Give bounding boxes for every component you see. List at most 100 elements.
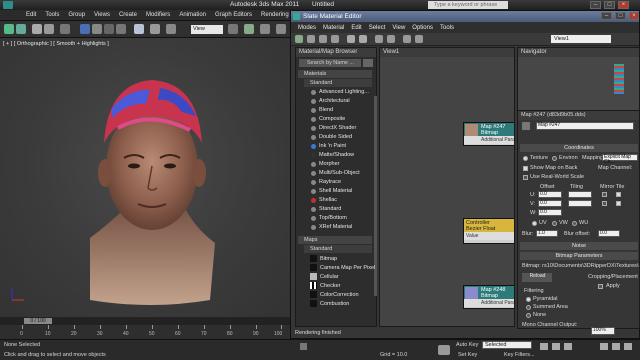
assign-material-icon[interactable]	[307, 35, 315, 43]
u-tile-checkbox[interactable]	[616, 192, 621, 197]
map-checker[interactable]: Checker	[310, 282, 376, 291]
material-raytrace[interactable]: Raytrace	[310, 178, 376, 187]
v-tiling-field[interactable]	[568, 200, 592, 207]
close-button[interactable]: ×	[618, 1, 629, 9]
menu-animation[interactable]: Animation	[179, 12, 206, 18]
pivot-center-icon[interactable]	[228, 24, 238, 34]
select-by-name-icon[interactable]	[92, 24, 102, 34]
map-cellular[interactable]: Cellular	[310, 273, 376, 282]
window-crossing-icon[interactable]	[116, 24, 126, 34]
goto-end-icon[interactable]	[564, 343, 572, 350]
group-materials[interactable]: Materials	[298, 70, 372, 78]
material-directx-shader[interactable]: DirectX Shader	[310, 124, 376, 133]
layout-all-icon[interactable]	[375, 35, 383, 43]
material-top-bottom[interactable]: Top/Bottom	[310, 214, 376, 223]
u-offset-field[interactable]: 0.0	[538, 191, 562, 198]
vw-radio[interactable]	[552, 221, 557, 226]
redo-icon[interactable]	[16, 24, 26, 34]
menu-edit[interactable]: Edit	[26, 12, 36, 18]
apply-checkbox[interactable]	[598, 284, 603, 289]
material-double-sided[interactable]: Double Sided	[310, 133, 376, 142]
none-radio[interactable]	[526, 313, 531, 318]
uv-radio[interactable]	[532, 221, 537, 226]
map-combustion[interactable]: Combustion	[310, 300, 376, 309]
material-multi-sub-object[interactable]: Multi/Sub-Object	[310, 169, 376, 178]
rollout-bitmap-parameters[interactable]: Bitmap Parameters	[520, 252, 638, 260]
key-filters-button[interactable]: Key Filters...	[504, 352, 535, 358]
material-advanced-lighting[interactable]: Advanced Lighting...	[310, 88, 376, 97]
delete-selected-icon[interactable]	[319, 35, 327, 43]
zoom-icon[interactable]	[600, 343, 608, 350]
rectangular-selection-icon[interactable]	[104, 24, 114, 34]
view-tab[interactable]: View1	[380, 48, 514, 57]
reload-button[interactable]: Reload	[522, 273, 552, 282]
layout-children-icon[interactable]	[387, 35, 395, 43]
sme-menu-tools[interactable]: Tools	[440, 25, 454, 31]
u-tiling-field[interactable]	[568, 191, 592, 198]
material-ink-n-paint[interactable]: Ink 'n Paint	[310, 142, 376, 151]
summed-area-radio[interactable]	[526, 305, 531, 310]
rollout-coordinates[interactable]: Coordinates	[520, 144, 638, 152]
pan-icon[interactable]	[624, 343, 632, 350]
track-bar[interactable]: 0 10 20 30 40 50 60 70 80 90 100	[0, 325, 290, 339]
sme-maximize-button[interactable]: □	[615, 12, 626, 20]
map-camera-map-per-pixel[interactable]: Camera Map Per Pixel	[310, 264, 376, 273]
snaps-toggle-icon[interactable]	[244, 24, 254, 34]
node-map-247[interactable]: Map #247 Bitmap Additional Para...	[463, 122, 514, 146]
rollout-noise[interactable]: Noise	[520, 242, 638, 250]
node-controller[interactable]: Controller Bezier Float Value	[463, 218, 514, 244]
blur-field[interactable]: 1.0	[536, 230, 558, 237]
map-picker-icon[interactable]	[522, 122, 530, 130]
sme-menu-view[interactable]: View	[392, 25, 405, 31]
sme-menu-options[interactable]: Options	[412, 25, 433, 31]
show-map-on-back-checkbox[interactable]	[523, 166, 528, 171]
menu-views[interactable]: Views	[94, 12, 110, 18]
material-architectural[interactable]: Architectural	[310, 97, 376, 106]
environ-radio[interactable]	[552, 156, 557, 161]
w-offset-field[interactable]: 0.0	[538, 209, 562, 216]
sme-menu-material[interactable]: Material	[323, 25, 344, 31]
menu-modifiers[interactable]: Modifiers	[146, 12, 170, 18]
maximize-button[interactable]: □	[604, 1, 615, 9]
link-icon[interactable]	[32, 24, 42, 34]
node-port[interactable]: Additional Para...	[464, 299, 514, 307]
wu-radio[interactable]	[572, 221, 577, 226]
sme-menu-select[interactable]: Select	[369, 25, 386, 31]
unlink-icon[interactable]	[44, 24, 54, 34]
play-icon[interactable]	[552, 343, 560, 350]
material-xref-material[interactable]: XRef Material	[310, 223, 376, 232]
node-port[interactable]: Value	[464, 232, 514, 240]
select-and-rotate-icon[interactable]	[150, 24, 160, 34]
time-slider-thumb[interactable]: 0 / 100	[24, 318, 52, 324]
sme-menu-modes[interactable]: Modes	[298, 25, 316, 31]
angle-snap-icon[interactable]	[260, 24, 270, 34]
v-offset-field[interactable]: 0.0	[538, 200, 562, 207]
v-mirror-checkbox[interactable]	[602, 201, 607, 206]
node-view[interactable]: View1 Map #247 Bitmap Additional Para...…	[379, 47, 515, 327]
reference-coordinate-dropdown[interactable]: View	[191, 25, 223, 34]
minimize-button[interactable]: –	[590, 1, 601, 9]
mapping-dropdown[interactable]: Explicit Map Ch...	[602, 154, 638, 165]
map-color-correction[interactable]: ColorCorrection	[310, 291, 376, 300]
material-standard[interactable]: Standard	[310, 205, 376, 214]
select-and-scale-icon[interactable]	[166, 24, 176, 34]
blur-offset-field[interactable]: 0.0	[598, 230, 620, 237]
sme-close-button[interactable]: ×	[629, 12, 639, 20]
orbit-icon[interactable]	[612, 343, 620, 350]
texture-radio[interactable]	[523, 156, 528, 161]
material-composite[interactable]: Composite	[310, 115, 376, 124]
sme-titlebar[interactable]: Slate Material Editor – □ ×	[291, 11, 639, 22]
zoom-field[interactable]: 100%	[591, 327, 615, 335]
app-logo-icon[interactable]	[3, 1, 13, 9]
auto-key-label[interactable]: Auto Key	[456, 342, 478, 348]
sme-menu-edit[interactable]: Edit	[351, 25, 361, 31]
browser-search-input[interactable]: Search by Name ...	[299, 59, 361, 67]
map-bitmap[interactable]: Bitmap	[310, 255, 376, 264]
u-mirror-checkbox[interactable]	[602, 192, 607, 197]
perspective-viewport[interactable]: [ + ] [ Orthographic ] [ Smooth + Highli…	[0, 38, 290, 317]
material-shellac[interactable]: Shellac	[310, 196, 376, 205]
move-children-icon[interactable]	[331, 35, 339, 43]
browser-options-icon[interactable]	[363, 59, 373, 67]
menu-tools[interactable]: Tools	[45, 12, 59, 18]
node-port[interactable]: Additional Para...	[464, 136, 514, 144]
